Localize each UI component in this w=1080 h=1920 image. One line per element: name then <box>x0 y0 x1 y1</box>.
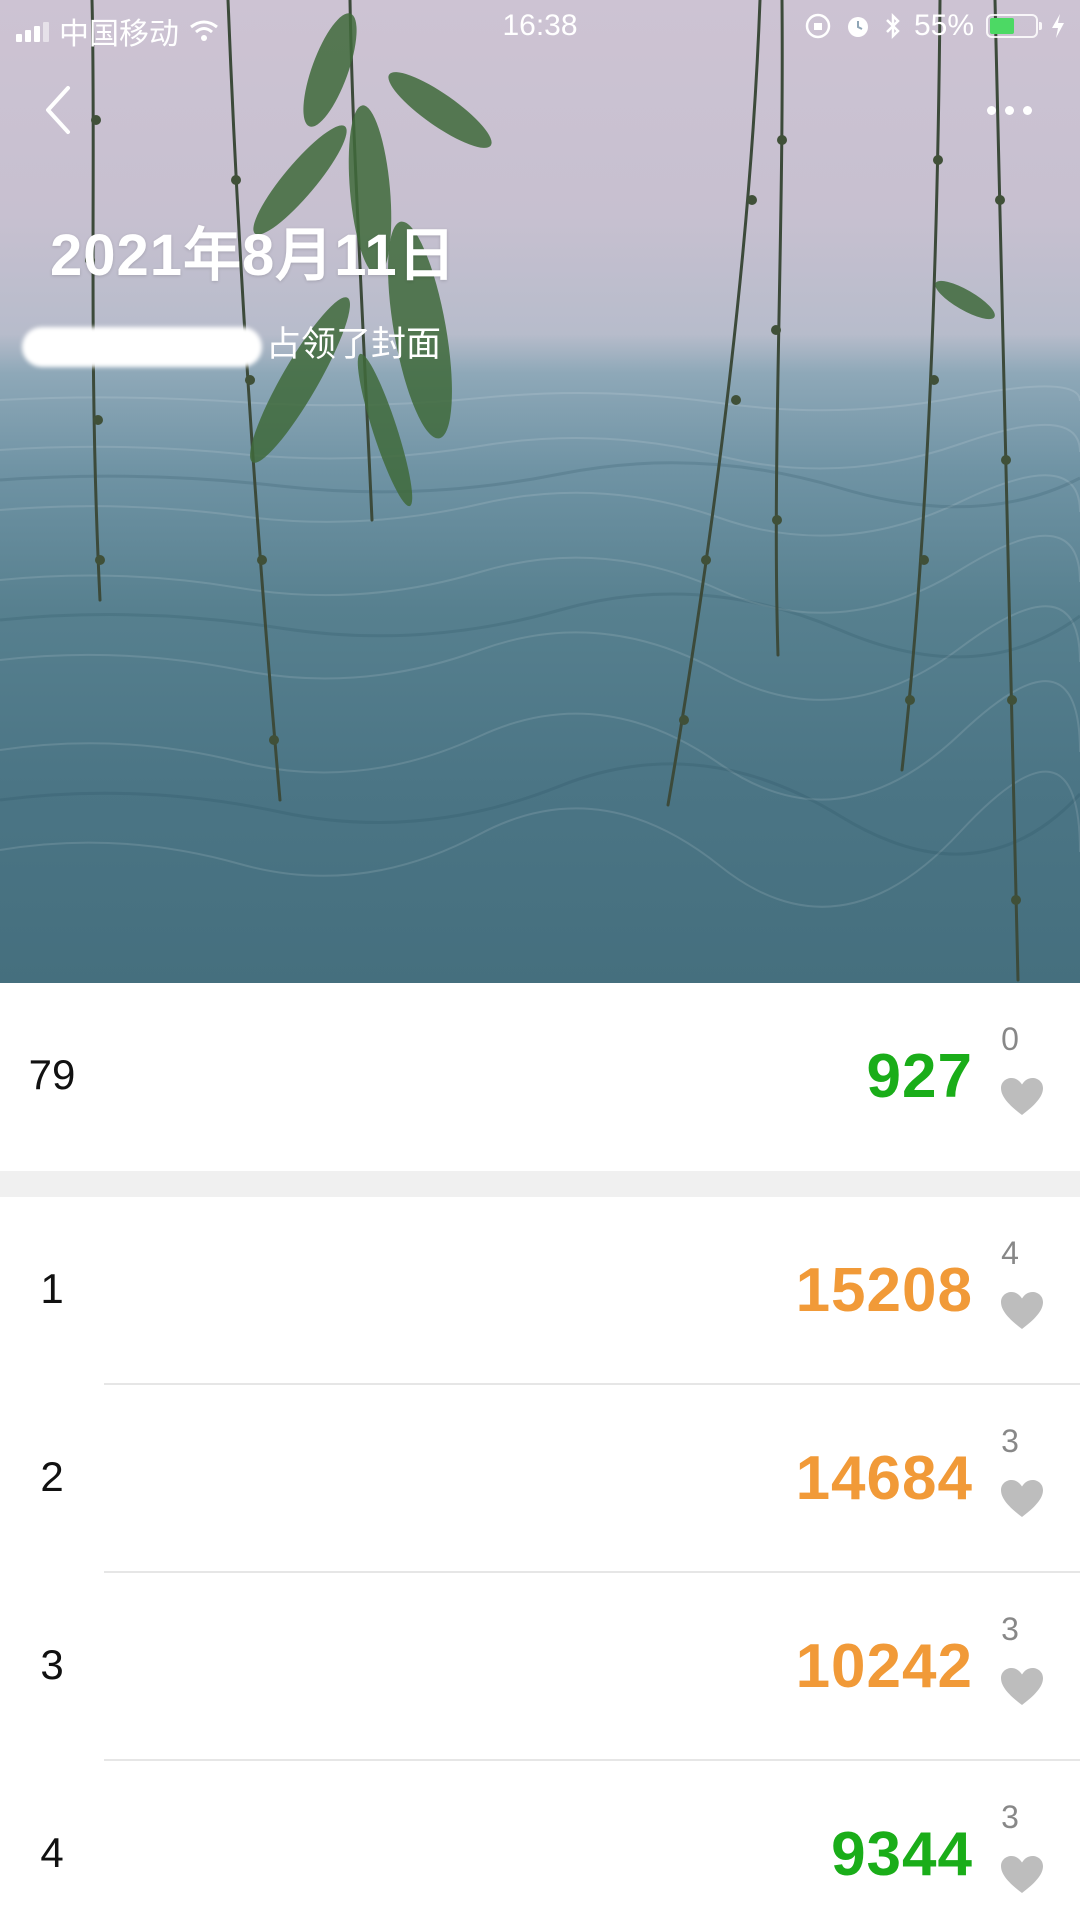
step-count: 15208 <box>795 1256 973 1325</box>
status-bar: 中国移动 16:38 55% <box>0 0 1080 54</box>
cover-image[interactable]: 中国移动 16:38 55% 2021年8月11日 占领了封面 <box>0 0 1080 983</box>
rank-number: 1 <box>40 1265 64 1312</box>
avatar[interactable] <box>104 1430 200 1526</box>
like-count: 4 <box>1001 1235 1019 1271</box>
my-rank-row[interactable]: 79 927 0 <box>0 983 1080 1171</box>
heart-icon[interactable] <box>1000 1667 1044 1707</box>
like-count: 3 <box>1001 1611 1019 1647</box>
table-row[interactable]: 4 9344 3 <box>0 1761 1080 1920</box>
orientation-lock-icon <box>805 13 831 39</box>
battery-level-fill <box>990 18 1015 34</box>
alarm-icon <box>847 17 868 37</box>
like-count: 3 <box>1001 1423 1019 1459</box>
table-row[interactable]: 1 15208 4 <box>0 1197 1080 1385</box>
step-count: 14684 <box>795 1444 973 1513</box>
avatar[interactable] <box>104 1028 200 1124</box>
battery-icon <box>986 14 1042 38</box>
section-gap <box>0 1171 1080 1197</box>
heart-icon[interactable] <box>1000 1855 1044 1895</box>
my-rank-number: 79 <box>28 1051 76 1098</box>
willow-branches <box>85 0 1021 982</box>
rank-number: 2 <box>40 1453 64 1500</box>
heart-icon[interactable] <box>1000 1479 1044 1519</box>
my-step-count: 927 <box>866 1042 973 1111</box>
step-count: 9344 <box>831 1820 973 1889</box>
avatar[interactable] <box>104 1242 200 1338</box>
rank-number: 4 <box>40 1829 64 1876</box>
charging-bolt-icon <box>1052 14 1064 38</box>
step-count: 10242 <box>795 1632 973 1701</box>
avatar[interactable] <box>104 1806 200 1902</box>
battery-percent: 55% <box>913 9 974 42</box>
table-row[interactable]: 2 14684 3 <box>0 1385 1080 1573</box>
more-dots-icon[interactable] <box>972 92 1032 128</box>
cover-owner-text[interactable]: 占领了封面 <box>22 316 441 367</box>
redacted-username <box>22 326 262 367</box>
table-row[interactable]: 3 10242 3 <box>0 1573 1080 1761</box>
like-count: 3 <box>1001 1799 1019 1835</box>
rank-number: 3 <box>40 1641 64 1688</box>
cover-date-title: 2021年8月11日 <box>50 223 457 288</box>
heart-icon[interactable] <box>1000 1291 1044 1331</box>
avatar[interactable] <box>104 1618 200 1714</box>
heart-icon[interactable] <box>1000 1077 1044 1117</box>
cover-owner-label: 占领了封面 <box>266 325 442 364</box>
my-like-count: 0 <box>1001 1021 1019 1057</box>
bluetooth-icon <box>886 12 900 40</box>
chevron-left-icon[interactable] <box>38 82 88 138</box>
